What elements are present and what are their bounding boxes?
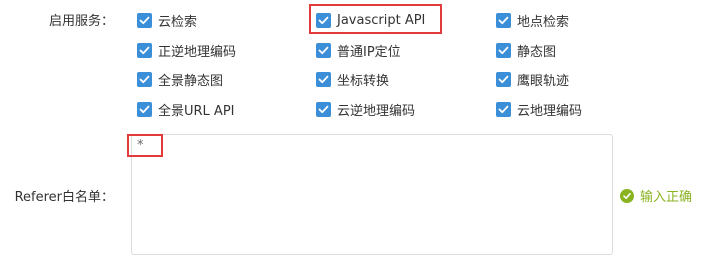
service-checkbox-panorama-url[interactable]: 全景URL API bbox=[137, 99, 235, 119]
service-label: 云检索 bbox=[158, 14, 198, 30]
service-checkbox-cloud-geocoding[interactable]: 云地理编码 bbox=[496, 99, 582, 119]
service-label: Javascript API bbox=[337, 12, 426, 28]
service-checkbox-track[interactable]: 鹰眼轨迹 bbox=[496, 69, 569, 89]
service-checkbox-cloud-search[interactable]: 云检索 bbox=[137, 10, 197, 30]
service-label: 普通IP定位 bbox=[337, 44, 401, 60]
checkbox-checked-icon[interactable] bbox=[316, 42, 331, 58]
services-label: 启用服务： bbox=[48, 14, 114, 29]
checkbox-checked-icon[interactable] bbox=[316, 101, 331, 117]
service-checkbox-geocoding[interactable]: 正逆地理编码 bbox=[137, 40, 236, 60]
checkbox-checked-icon[interactable] bbox=[137, 12, 152, 28]
service-checkbox-coord-convert[interactable]: 坐标转换 bbox=[316, 69, 389, 89]
checkbox-checked-icon[interactable] bbox=[496, 12, 511, 28]
service-label: 鹰眼轨迹 bbox=[517, 73, 570, 89]
validation-status-text: 输入正确 bbox=[640, 190, 693, 205]
service-label: 静态图 bbox=[517, 44, 557, 60]
service-label: 正逆地理编码 bbox=[158, 44, 237, 60]
service-label: 云地理编码 bbox=[517, 103, 583, 119]
api-key-settings-form: 启用服务： 云检索 Javascript API 地点检索 正逆地理编码 普通I… bbox=[0, 0, 718, 262]
checkbox-checked-icon[interactable] bbox=[137, 42, 152, 58]
referer-whitelist-input[interactable]: * bbox=[131, 134, 613, 255]
checkbox-checked-icon[interactable] bbox=[137, 101, 152, 117]
checkbox-checked-icon[interactable] bbox=[137, 71, 152, 87]
service-label: 云逆地理编码 bbox=[337, 103, 416, 119]
service-checkbox-place-search[interactable]: 地点检索 bbox=[496, 10, 569, 30]
service-checkbox-javascript-api[interactable]: Javascript API bbox=[316, 10, 425, 30]
service-checkbox-panorama-static[interactable]: 全景静态图 bbox=[137, 69, 223, 89]
service-label: 坐标转换 bbox=[337, 73, 390, 89]
checkbox-checked-icon[interactable] bbox=[496, 71, 511, 87]
service-label: 全景静态图 bbox=[158, 73, 224, 89]
service-checkbox-ip-location[interactable]: 普通IP定位 bbox=[316, 40, 401, 60]
service-checkbox-cloud-reverse-geocoding[interactable]: 云逆地理编码 bbox=[316, 99, 415, 119]
service-label: 地点检索 bbox=[517, 14, 570, 30]
service-label: 全景URL API bbox=[158, 103, 235, 119]
checkbox-checked-icon[interactable] bbox=[496, 42, 511, 58]
referer-label: Referer白名单： bbox=[14, 190, 114, 205]
checkbox-checked-icon[interactable] bbox=[316, 71, 331, 87]
check-circle-icon bbox=[620, 188, 634, 203]
validation-status: 输入正确 bbox=[620, 186, 692, 205]
checkbox-checked-icon[interactable] bbox=[316, 12, 331, 28]
checkbox-checked-icon[interactable] bbox=[496, 101, 511, 117]
service-checkbox-static-map[interactable]: 静态图 bbox=[496, 40, 556, 60]
